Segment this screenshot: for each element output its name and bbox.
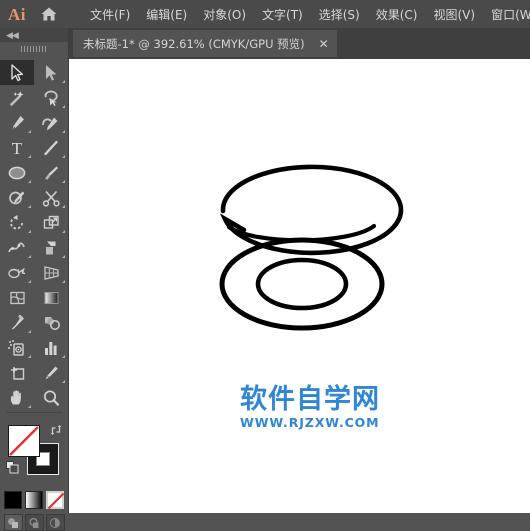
column-graph-tool[interactable] (34, 335, 68, 360)
svg-text:T: T (12, 139, 23, 157)
fill-none-slash-icon (9, 426, 39, 456)
tool-flyout-marker (28, 255, 31, 258)
line-segment-tool[interactable] (34, 135, 68, 160)
type-tool[interactable]: T (0, 135, 34, 160)
menu-edit[interactable]: 编辑(E) (138, 3, 195, 26)
default-fill-stroke-icon[interactable] (6, 461, 19, 474)
eyedropper-tool[interactable] (0, 310, 34, 335)
curvature-tool[interactable] (34, 110, 68, 135)
tool-flyout-marker (28, 330, 31, 333)
mesh-tool[interactable] (0, 285, 34, 310)
tools-drag-grip[interactable] (0, 42, 68, 56)
double-chevron-left-icon: ◀◀ (6, 29, 19, 40)
illustrator-window: Ai 文件(F) 编辑(E) 对象(O) 文字(T) 选择(S) 效果(C) 视… (0, 0, 530, 531)
tool-flyout-marker (62, 80, 65, 83)
magic-wand-tool[interactable] (0, 85, 34, 110)
tool-flyout-marker (62, 155, 65, 158)
rotate-tool[interactable] (0, 210, 34, 235)
swap-fill-stroke-icon[interactable] (50, 423, 62, 435)
free-transform-tool[interactable] (34, 235, 68, 260)
menu-file[interactable]: 文件(F) (82, 3, 138, 26)
menu-select[interactable]: 选择(S) (311, 3, 368, 26)
paintbrush-tool[interactable] (34, 160, 68, 185)
tool-flyout-marker (28, 155, 31, 158)
tools-collapse-button[interactable]: ◀◀ (0, 28, 68, 42)
app-logo: Ai (8, 4, 26, 24)
symbol-sprayer-tool[interactable] (0, 335, 34, 360)
tools-divider (6, 412, 62, 413)
direct-selection-tool[interactable] (34, 60, 68, 85)
tool-flyout-marker (28, 405, 31, 408)
document-tab-label: 未标题-1* @ 392.61% (CMYK/GPU 预览) (83, 36, 305, 51)
gradient-tool[interactable] (34, 285, 68, 310)
width-tool[interactable] (0, 235, 34, 260)
color-mode-buttons (0, 491, 68, 509)
grip-dots-icon (21, 46, 47, 52)
tool-flyout-marker (62, 180, 65, 183)
artwork-svg (219, 164, 404, 331)
document-tab[interactable]: 未标题-1* @ 392.61% (CMYK/GPU 预览) ✕ (73, 30, 337, 57)
selection-tool[interactable] (0, 60, 34, 85)
lasso-tool[interactable] (34, 85, 68, 110)
draw-mode-buttons (0, 514, 68, 531)
menu-effect[interactable]: 效果(C) (368, 3, 426, 26)
scissors-tool[interactable] (34, 185, 68, 210)
close-icon[interactable]: ✕ (319, 38, 329, 50)
blend-tool[interactable] (34, 310, 68, 335)
tool-flyout-marker (28, 180, 31, 183)
tool-flyout-marker (62, 380, 65, 383)
home-icon[interactable] (40, 4, 58, 24)
lower-inner-ellipse-path (255, 257, 349, 311)
menu-view[interactable]: 视图(V) (425, 3, 483, 26)
tool-flyout-marker (62, 130, 65, 133)
color-button[interactable] (4, 491, 22, 509)
menu-type[interactable]: 文字(T) (254, 3, 311, 26)
artboard-tool[interactable] (0, 360, 34, 385)
shaper-tool[interactable] (0, 185, 34, 210)
tool-flyout-marker (62, 255, 65, 258)
fill-stroke-controls (0, 419, 68, 489)
pen-tool[interactable] (0, 110, 34, 135)
tool-flyout-marker (62, 105, 65, 108)
shape-builder-tool[interactable] (0, 260, 34, 285)
tool-flyout-marker (62, 205, 65, 208)
tools-grid: T (0, 56, 68, 410)
perspective-grid-tool[interactable] (34, 260, 68, 285)
tool-flyout-marker (62, 230, 65, 233)
artboard-canvas[interactable]: 软件自学网 WWW.RJZXW.COM (69, 59, 530, 513)
draw-behind-button[interactable] (24, 514, 44, 531)
scale-tool[interactable] (34, 210, 68, 235)
tool-flyout-marker (28, 205, 31, 208)
fill-swatch[interactable] (8, 425, 40, 457)
tool-flyout-marker (28, 355, 31, 358)
ellipse-tool[interactable] (0, 160, 34, 185)
draw-inside-button[interactable] (45, 514, 65, 531)
hand-tool[interactable] (0, 385, 34, 410)
tool-flyout-marker (28, 130, 31, 133)
tool-flyout-marker (62, 355, 65, 358)
slice-tool[interactable] (34, 360, 68, 385)
tool-flyout-marker (62, 280, 65, 283)
zoom-tool[interactable] (34, 385, 68, 410)
none-button[interactable] (46, 491, 64, 509)
menu-window[interactable]: 窗口(W) (483, 3, 530, 26)
tool-flyout-marker (28, 280, 31, 283)
menu-object[interactable]: 对象(O) (195, 3, 254, 26)
tool-flyout-marker (28, 230, 31, 233)
draw-normal-button[interactable] (3, 514, 23, 531)
menu-items: 文件(F) 编辑(E) 对象(O) 文字(T) 选择(S) 效果(C) 视图(V… (82, 3, 530, 26)
document-tab-bar: 未标题-1* @ 392.61% (CMYK/GPU 预览) ✕ (69, 28, 530, 59)
gradient-button[interactable] (25, 491, 43, 509)
tools-panel: ◀◀ T (0, 28, 69, 531)
menu-bar: Ai 文件(F) 编辑(E) 对象(O) 文字(T) 选择(S) 效果(C) 视… (0, 0, 530, 28)
